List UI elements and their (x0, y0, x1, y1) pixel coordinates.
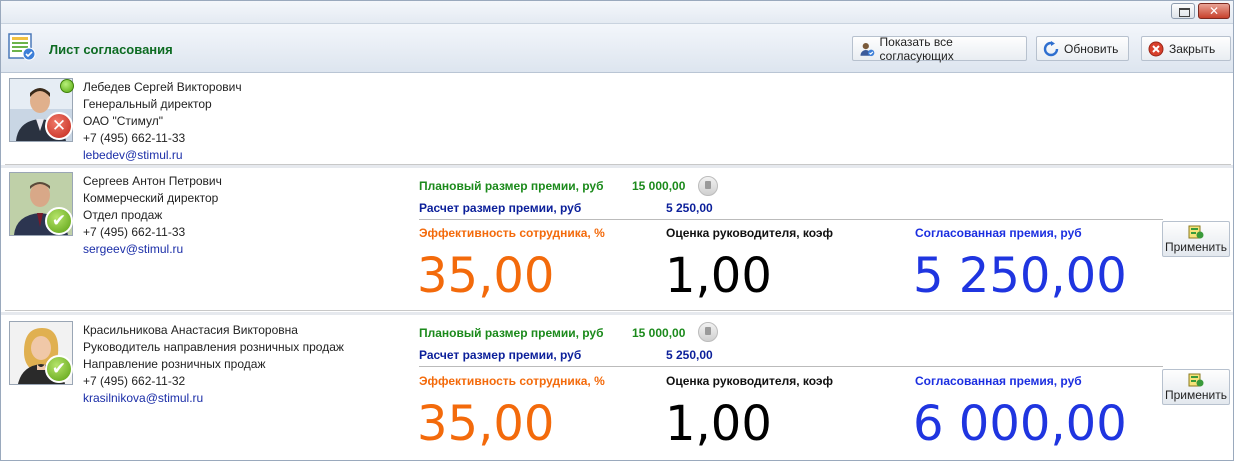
approver-department: Отдел продаж (83, 208, 163, 222)
approver-name: Лебедев Сергей Викторович (83, 80, 242, 94)
approver-info: Лебедев Сергей Викторович Генеральный ди… (83, 79, 242, 164)
calc-bonus-value: 5 250,00 (666, 348, 713, 362)
calc-bonus-label: Расчет размер премии, руб (419, 201, 582, 215)
apply-button[interactable]: Применить (1162, 369, 1230, 405)
maximize-icon (1179, 8, 1190, 17)
close-button[interactable]: Закрыть (1141, 36, 1231, 61)
approver-email[interactable]: lebedev@stimul.ru (83, 147, 242, 164)
efficiency-label: Эффективность сотрудника, % (419, 374, 605, 388)
approver-position: Коммерческий директор (83, 191, 219, 205)
section-divider (419, 219, 1163, 220)
approver-row: ✔ Красильникова Анастасия Викторовна Рук… (5, 317, 1231, 459)
approved-status-icon: ✔ (45, 207, 73, 235)
approver-phone: +7 (495) 662-11-32 (83, 374, 186, 388)
users-approve-icon (860, 42, 875, 56)
approval-window: ✕ Лист согласования Показать все согласу… (0, 0, 1234, 461)
manager-coef-value[interactable]: 1,00 (665, 249, 772, 303)
window-close-button[interactable]: ✕ (1198, 3, 1230, 19)
show-all-approvers-button[interactable]: Показать все согласующих (852, 34, 1027, 63)
calc-bonus-value: 5 250,00 (666, 201, 713, 215)
toolbar: Лист согласования Показать все согласующ… (1, 24, 1233, 73)
efficiency-value: 35,00 (417, 396, 555, 452)
calc-bonus-label: Расчет размер премии, руб (419, 348, 582, 362)
approver-name: Красильникова Анастасия Викторовна (83, 323, 298, 337)
apply-button[interactable]: Применить (1162, 221, 1230, 257)
show-all-approvers-label: Показать все согласующих (879, 34, 954, 63)
thumbs-up-icon[interactable] (698, 322, 718, 342)
agreed-bonus-label: Согласованная премия, руб (915, 226, 1082, 240)
approver-department: Направление розничных продаж (83, 357, 266, 371)
rejected-status-icon: ✕ (45, 112, 73, 140)
section-divider (419, 366, 1163, 367)
apply-document-icon (1188, 373, 1204, 387)
window-titlebar: ✕ (1, 1, 1233, 24)
agreed-bonus-value[interactable]: 5 250,00 (913, 249, 1127, 303)
approved-status-icon: ✔ (45, 355, 73, 383)
approver-phone: +7 (495) 662-11-33 (83, 131, 186, 145)
refresh-label: Обновить (1064, 41, 1119, 56)
manager-coef-label: Оценка руководителя, коэф (666, 226, 834, 240)
efficiency-label: Эффективность сотрудника, % (419, 226, 605, 240)
refresh-button[interactable]: Обновить (1036, 36, 1129, 61)
planned-bonus-label: Плановый размер премии, руб (419, 326, 604, 340)
approver-email[interactable]: krasilnikova@stimul.ru (83, 390, 344, 407)
page-title: Лист согласования (49, 42, 173, 57)
planned-bonus-value: 15 000,00 (632, 326, 686, 340)
apply-label: Применить (1164, 240, 1227, 254)
agreed-bonus-label: Согласованная премия, руб (915, 374, 1082, 388)
planned-bonus-label: Плановый размер премии, руб (419, 179, 604, 193)
approver-phone: +7 (495) 662-11-33 (83, 225, 186, 239)
approver-row: ✕ Лебедев Сергей Викторович Генеральный … (5, 74, 1231, 165)
apply-document-icon (1188, 225, 1204, 239)
window-close-icon: ✕ (1208, 4, 1220, 18)
agreed-bonus-value[interactable]: 6 000,00 (913, 397, 1127, 451)
efficiency-value: 35,00 (417, 248, 555, 304)
approver-position: Руководитель направления розничных прода… (83, 340, 344, 354)
row-divider (1, 312, 1233, 315)
manager-coef-value[interactable]: 1,00 (665, 397, 772, 451)
apply-label: Применить (1164, 388, 1227, 402)
thumbs-up-icon[interactable] (698, 176, 718, 196)
approver-info: Красильникова Анастасия Викторовна Руков… (83, 322, 344, 407)
planned-bonus-value: 15 000,00 (632, 179, 686, 193)
close-circle-icon (1148, 41, 1164, 56)
approval-sheet-icon (8, 33, 36, 61)
approver-row: ✔ Сергеев Антон Петрович Коммерческий ди… (5, 168, 1231, 311)
approver-email[interactable]: sergeev@stimul.ru (83, 241, 222, 258)
manager-coef-label: Оценка руководителя, коэф (666, 374, 834, 388)
maximize-button[interactable] (1171, 3, 1195, 19)
approver-position: Генеральный директор (83, 97, 212, 111)
refresh-icon (1043, 40, 1059, 56)
approver-name: Сергеев Антон Петрович (83, 174, 222, 188)
approver-info: Сергеев Антон Петрович Коммерческий дире… (83, 173, 222, 258)
approver-department: ОАО "Стимул" (83, 114, 163, 128)
online-indicator (60, 79, 74, 93)
close-label: Закрыть (1169, 41, 1216, 56)
